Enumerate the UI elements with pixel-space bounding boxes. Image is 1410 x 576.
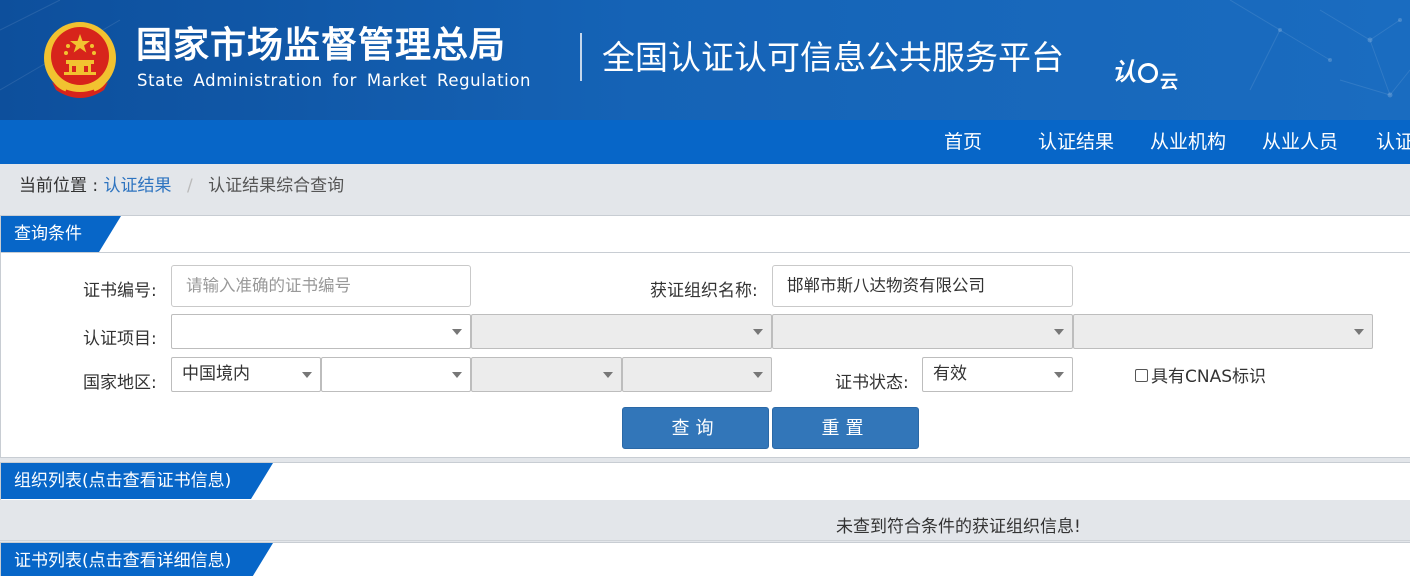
project-label: 认证项目:	[83, 329, 157, 349]
cnas-checkbox[interactable]	[1135, 369, 1148, 382]
query-panel-header: 查询条件	[1, 216, 1410, 253]
region-select-province[interactable]	[321, 357, 471, 392]
status-select-value: 有效	[933, 364, 967, 384]
breadcrumb-prefix: 当前位置 :	[19, 176, 99, 196]
org-name-input[interactable]: 邯郸市斯八达物资有限公司	[772, 265, 1073, 307]
org-list-empty-row: 未查到符合条件的获证组织信息!	[0, 505, 1410, 541]
query-panel-title: 查询条件	[1, 216, 121, 252]
nav-item-cert-results[interactable]: 认证结果	[1038, 120, 1114, 164]
search-button[interactable]: 查询	[622, 407, 769, 449]
banner-divider	[580, 33, 582, 81]
chevron-down-icon	[753, 329, 763, 335]
org-list-panel-title: 组织列表(点击查看证书信息)	[1, 463, 273, 499]
region-select-district[interactable]	[622, 357, 772, 392]
breadcrumb-current: 认证结果综合查询	[208, 176, 345, 196]
chevron-down-icon	[302, 372, 312, 378]
nav-item-cert[interactable]: 认证	[1376, 120, 1410, 164]
nav-item-home[interactable]: 首页	[944, 120, 982, 164]
org-list-panel-header: 组织列表(点击查看证书信息)	[1, 463, 1410, 500]
agency-name-en: State Administration for Market Regulati…	[137, 71, 532, 90]
org-name-label: 获证组织名称:	[650, 281, 758, 301]
breadcrumb-separator: /	[186, 176, 193, 196]
main-nav: 首页 认证结果 从业机构 从业人员 认证	[0, 120, 1410, 164]
region-select-country[interactable]: 中国境内	[171, 357, 321, 392]
chevron-down-icon	[1054, 372, 1064, 378]
chevron-down-icon	[753, 372, 763, 378]
reset-button[interactable]: 重置	[772, 407, 919, 449]
site-banner: 国家市场监督管理总局 State Administration for Mark…	[0, 0, 1410, 120]
renyun-logo: 认云	[1112, 52, 1178, 93]
renyun-logo-text-2: 云	[1160, 72, 1178, 93]
cert-no-input[interactable]: 请输入准确的证书编号	[171, 265, 471, 307]
org-list-empty-message: 未查到符合条件的获证组织信息!	[836, 517, 1081, 537]
cert-list-panel-header: 证书列表(点击查看详细信息)	[1, 543, 1410, 576]
project-select-3[interactable]	[772, 314, 1073, 349]
project-select-1[interactable]	[171, 314, 471, 349]
region-select-value: 中国境内	[182, 364, 250, 384]
renyun-logo-mark-icon	[1138, 63, 1158, 83]
platform-title: 全国认证认可信息公共服务平台	[602, 38, 1064, 77]
nav-item-personnel[interactable]: 从业人员	[1262, 120, 1338, 164]
org-list-panel: 组织列表(点击查看证书信息)	[0, 462, 1410, 500]
nav-item-institutions[interactable]: 从业机构	[1150, 120, 1226, 164]
project-select-4[interactable]	[1073, 314, 1373, 349]
national-emblem-icon	[44, 22, 116, 98]
cnas-checkbox-label: 具有CNAS标识	[1151, 367, 1267, 387]
cert-no-label: 证书编号:	[83, 281, 157, 301]
cert-list-panel: 证书列表(点击查看详细信息)	[0, 542, 1410, 576]
cert-list-panel-title: 证书列表(点击查看详细信息)	[1, 543, 273, 576]
region-label: 国家地区:	[83, 373, 157, 393]
chevron-down-icon	[1054, 329, 1064, 335]
chevron-down-icon	[1354, 329, 1364, 335]
agency-name-cn: 国家市场监督管理总局	[136, 25, 507, 66]
breadcrumb-link-cert-results[interactable]: 认证结果	[104, 176, 172, 196]
cnas-checkbox-field[interactable]: 具有CNAS标识	[1135, 367, 1266, 387]
renyun-logo-text: 认	[1112, 58, 1136, 86]
status-select[interactable]: 有效	[922, 357, 1073, 392]
breadcrumb: 当前位置 : 认证结果 / 认证结果综合查询	[19, 174, 344, 198]
chevron-down-icon	[603, 372, 613, 378]
status-label: 证书状态:	[835, 373, 909, 393]
chevron-down-icon	[452, 372, 462, 378]
region-select-city[interactable]	[471, 357, 622, 392]
chevron-down-icon	[452, 329, 462, 335]
project-select-2[interactable]	[471, 314, 772, 349]
